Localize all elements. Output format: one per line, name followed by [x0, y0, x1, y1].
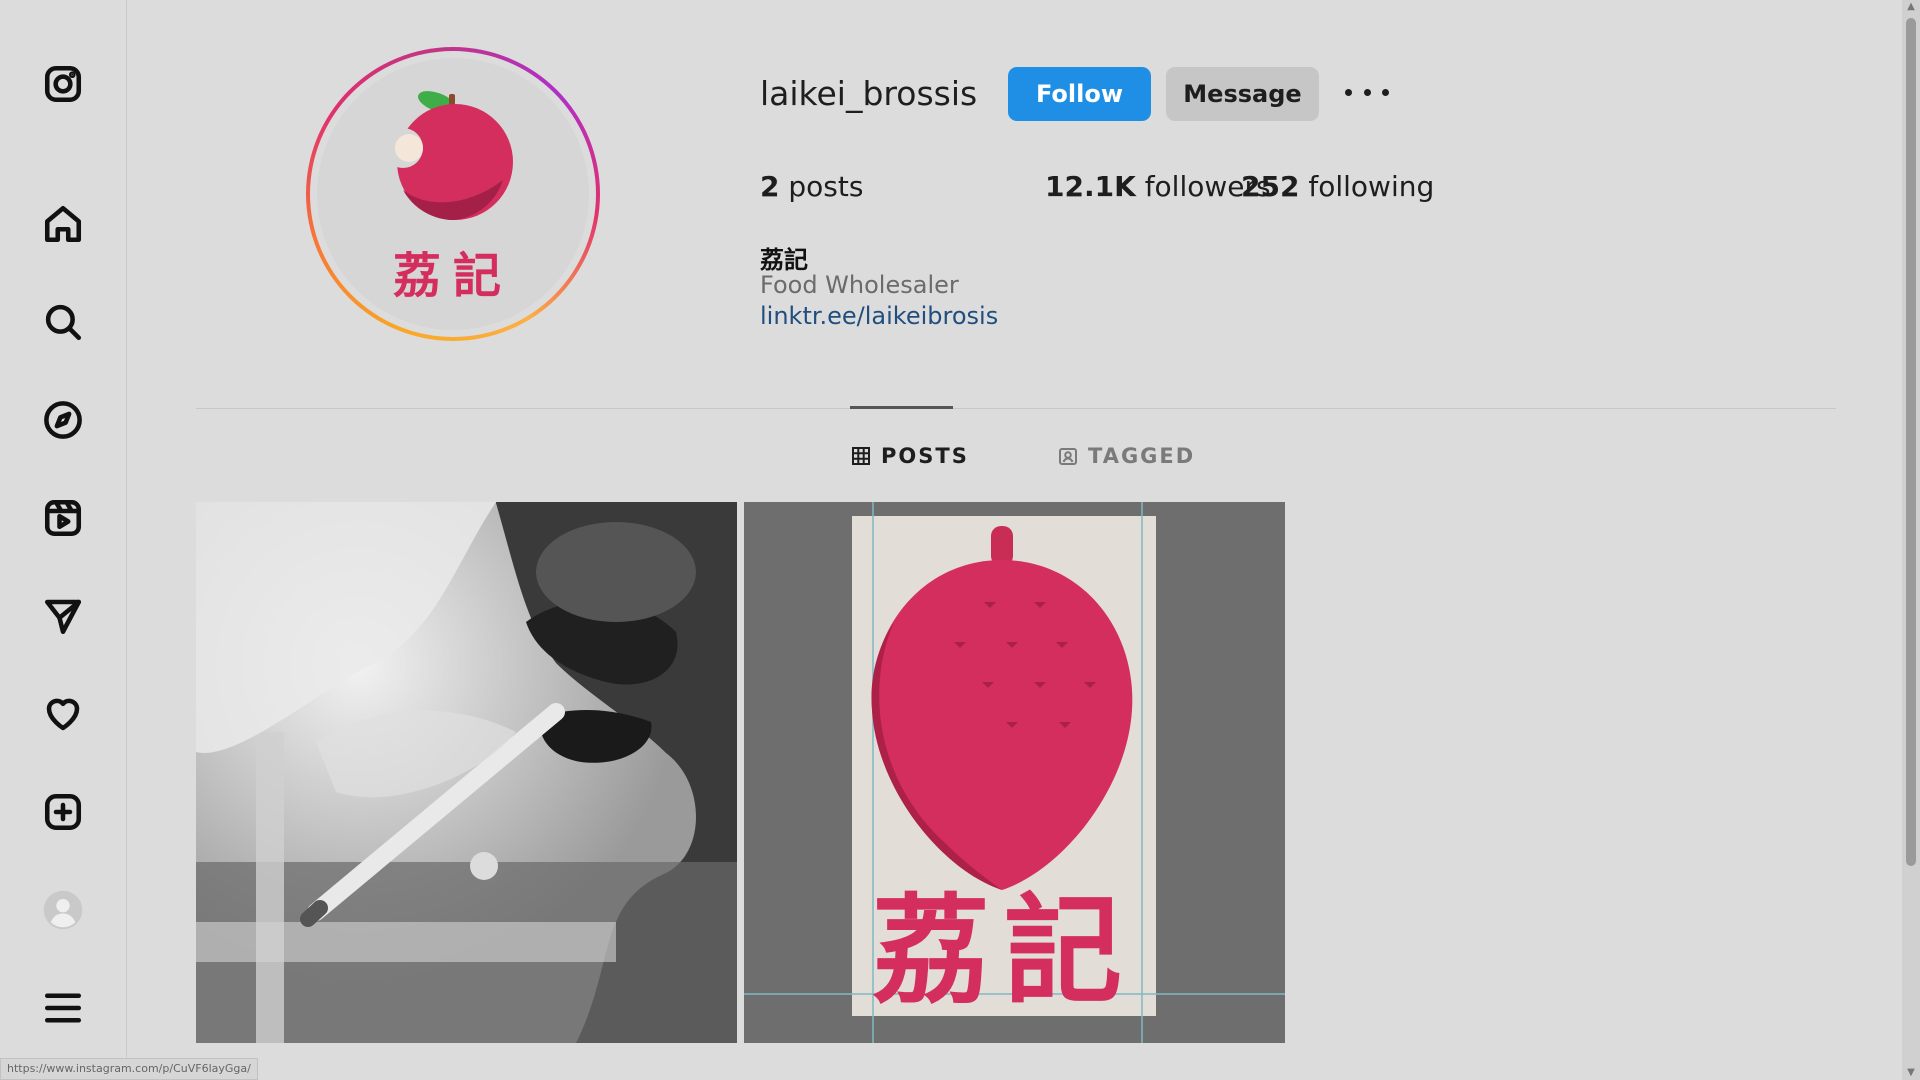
message-button[interactable]: Message	[1166, 67, 1319, 121]
followers-count: 12.1K	[1045, 170, 1136, 203]
tab-posts[interactable]: POSTS	[851, 444, 969, 468]
following-count: 252	[1241, 170, 1300, 203]
posts-label: posts	[788, 170, 864, 203]
tab-tagged[interactable]: TAGGED	[1058, 444, 1195, 468]
avatar-brand-text: 荔記	[392, 248, 513, 304]
following-label: following	[1308, 170, 1435, 203]
tab-tagged-label: TAGGED	[1088, 444, 1196, 468]
lychee-logo-icon	[383, 91, 513, 221]
search-icon[interactable]	[38, 297, 88, 347]
scroll-up-arrow-icon[interactable]: ▲	[1906, 2, 1916, 12]
active-tab-indicator	[850, 406, 953, 409]
post-thumbnail[interactable]	[196, 502, 737, 1043]
reels-icon[interactable]	[38, 493, 88, 543]
create-plus-icon[interactable]	[38, 787, 88, 837]
followers-stat[interactable]: 12.1K followers	[1045, 170, 1271, 203]
photo-lychee-logo-print: 荔記	[744, 502, 1285, 1043]
posts-count: 2	[760, 170, 780, 203]
grid-icon	[852, 447, 870, 465]
following-stat[interactable]: 252 following	[1241, 170, 1434, 203]
sidebar-nav	[0, 0, 127, 1080]
status-bar-url: https://www.instagram.com/p/CuVF6layGga/	[0, 1058, 258, 1080]
profile-category: Food Wholesaler	[760, 271, 959, 299]
home-icon[interactable]	[38, 199, 88, 249]
scroll-down-arrow-icon[interactable]: ▼	[1906, 1068, 1916, 1078]
scroll-thumb[interactable]	[1906, 18, 1916, 866]
profile-avatar[interactable]: 荔記	[306, 47, 600, 341]
profile-bio-link[interactable]: linktr.ee/laikeibrosis	[760, 302, 998, 330]
photo-smoking-man	[196, 502, 737, 1043]
tabs-divider	[196, 408, 1836, 409]
menu-hamburger-icon[interactable]	[38, 983, 88, 1033]
profile-avatar-icon[interactable]	[38, 885, 88, 935]
page-scrollbar[interactable]: ▲ ▼	[1902, 0, 1920, 1080]
print-brand-text: 荔記	[872, 882, 1136, 1020]
more-options-icon[interactable]	[1345, 80, 1389, 104]
posts-stat: 2 posts	[760, 170, 863, 203]
tagged-user-icon	[1059, 448, 1077, 465]
tab-posts-label: POSTS	[881, 444, 969, 468]
avatar-logo: 荔記	[317, 58, 589, 330]
post-thumbnail[interactable]: 荔記	[744, 502, 1285, 1043]
messages-send-icon[interactable]	[38, 591, 88, 641]
notifications-heart-icon[interactable]	[38, 689, 88, 739]
avatar-inner: 荔記	[310, 51, 596, 337]
profile-full-name: 荔記	[760, 246, 808, 274]
follow-button[interactable]: Follow	[1008, 67, 1151, 121]
profile-username: laikei_brossis	[760, 74, 978, 113]
instagram-logo-icon[interactable]	[38, 59, 88, 109]
explore-compass-icon[interactable]	[38, 395, 88, 445]
profile-main: 荔記 laikei_brossis Follow Message 2 posts…	[127, 0, 1920, 1080]
